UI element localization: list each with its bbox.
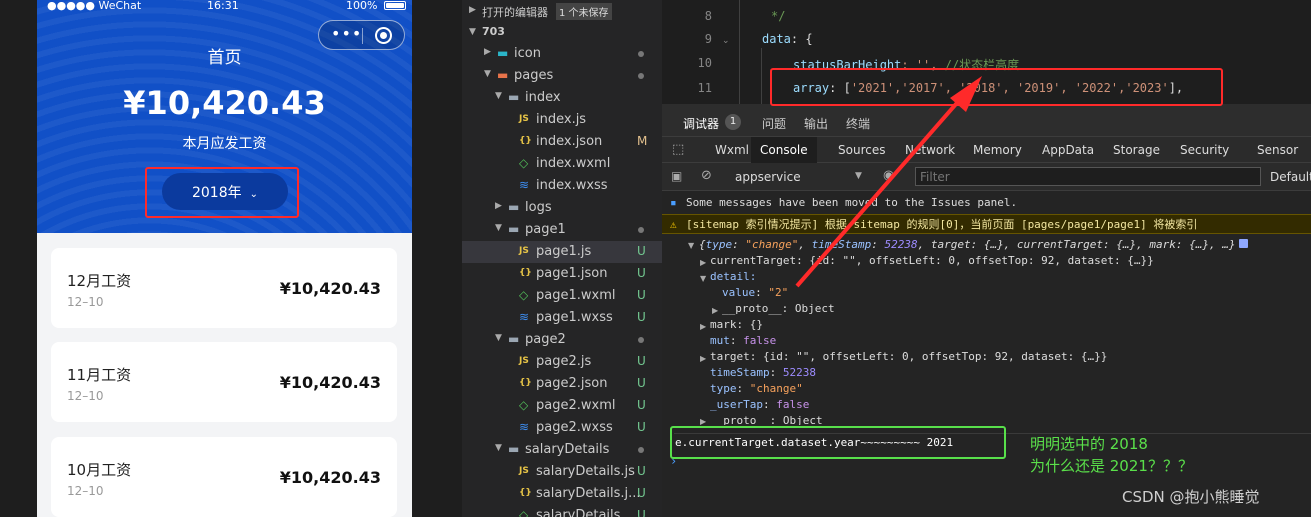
watermark: CSDN @抱小熊睡觉 [1122,488,1260,506]
arrow-shaft [795,94,965,288]
screenshot-root: ●●●●● WeChat 16:31 100% ••• 首页 ¥10,420.4… [0,0,1311,517]
annotation-text-line2: 为什么还是 2021？？？ [1030,457,1193,475]
annotation-text-line1: 明明选中的 2018 [1030,435,1148,453]
